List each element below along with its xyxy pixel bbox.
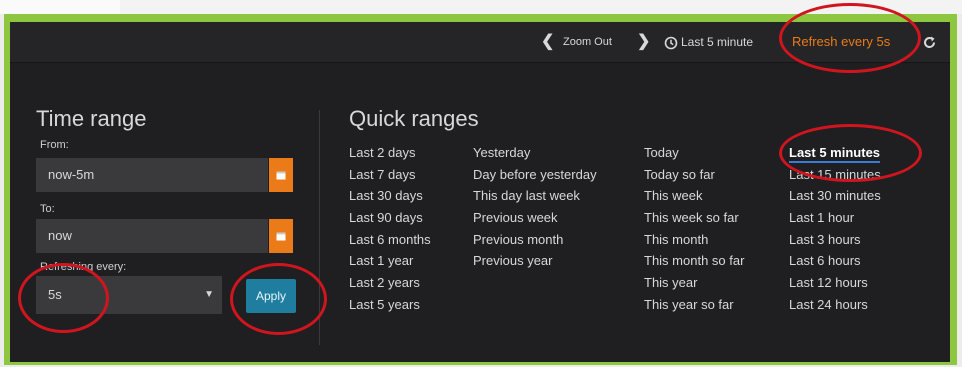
quick-range-item[interactable]: Last 12 hours: [789, 272, 881, 294]
quick-range-item[interactable]: Previous year: [473, 250, 597, 272]
quick-range-item[interactable]: Last 90 days: [349, 207, 431, 229]
quick-range-item[interactable]: Previous week: [473, 207, 597, 229]
quick-range-item[interactable]: Last 30 minutes: [789, 185, 881, 207]
quick-range-item[interactable]: Last 2 days: [349, 142, 431, 164]
quick-range-item[interactable]: Yesterday: [473, 142, 597, 164]
quick-range-item[interactable]: This month: [644, 229, 744, 251]
quick-range-item[interactable]: Last 1 hour: [789, 207, 881, 229]
quick-range-item[interactable]: Last 1 year: [349, 250, 431, 272]
quick-range-item[interactable]: Previous month: [473, 229, 597, 251]
quick-range-item[interactable]: Last 5 years: [349, 294, 431, 316]
caret-down-icon: ▼: [204, 289, 214, 300]
quick-ranges-title: Quick ranges: [349, 106, 479, 131]
quick-range-column: Today Today so far This week This week so f…: [644, 142, 744, 316]
calendar-icon[interactable]: [269, 158, 293, 192]
to-label: To:: [40, 203, 55, 215]
quick-range-column: Last 2 days Last 7 days Last 30 days Last 9…: [349, 142, 431, 316]
chevron-right-icon[interactable]: ❯: [637, 22, 650, 62]
annotation-circle-apply: [230, 263, 327, 335]
quick-range-item[interactable]: Last 7 days: [349, 164, 431, 186]
quick-range-item[interactable]: This day last week: [473, 185, 597, 207]
quick-range-item[interactable]: This year: [644, 272, 744, 294]
annotation-circle-last5: [779, 124, 922, 182]
clock-icon: [664, 22, 678, 62]
quick-range-item[interactable]: Today so far: [644, 164, 744, 186]
quick-range-item[interactable]: This month so far: [644, 250, 744, 272]
annotation-circle-refresh: [779, 3, 921, 73]
quick-range-item[interactable]: This week so far: [644, 207, 744, 229]
quick-range-item[interactable]: Last 6 months: [349, 229, 431, 251]
quick-range-item[interactable]: This year so far: [644, 294, 744, 316]
top-strip-segment: [0, 0, 120, 14]
quick-range-item[interactable]: Day before yesterday: [473, 164, 597, 186]
quick-range-item[interactable]: Last 6 hours: [789, 250, 881, 272]
time-range-title: Time range: [36, 106, 147, 131]
to-input[interactable]: now: [36, 219, 268, 253]
chevron-left-icon[interactable]: ❮: [541, 22, 554, 62]
time-picker-panel: ❮ Zoom Out ❯ Last 5 minute Refresh every…: [10, 22, 950, 362]
calendar-icon[interactable]: [269, 219, 293, 253]
zoom-out-button[interactable]: Zoom Out: [563, 22, 612, 62]
from-input[interactable]: now-5m: [36, 158, 268, 192]
from-label: From:: [40, 139, 69, 151]
quick-range-item[interactable]: Last 30 days: [349, 185, 431, 207]
quick-range-column: Yesterday Day before yesterday This day la…: [473, 142, 597, 272]
quick-range-item[interactable]: Last 2 years: [349, 272, 431, 294]
time-range-button[interactable]: Last 5 minute: [681, 22, 753, 62]
refresh-icon[interactable]: [922, 22, 937, 62]
quick-range-item[interactable]: Today: [644, 142, 744, 164]
quick-range-item[interactable]: Last 3 hours: [789, 229, 881, 251]
quick-range-item[interactable]: This week: [644, 185, 744, 207]
quick-range-item[interactable]: Last 24 hours: [789, 294, 881, 316]
annotation-circle-select: [18, 263, 109, 333]
